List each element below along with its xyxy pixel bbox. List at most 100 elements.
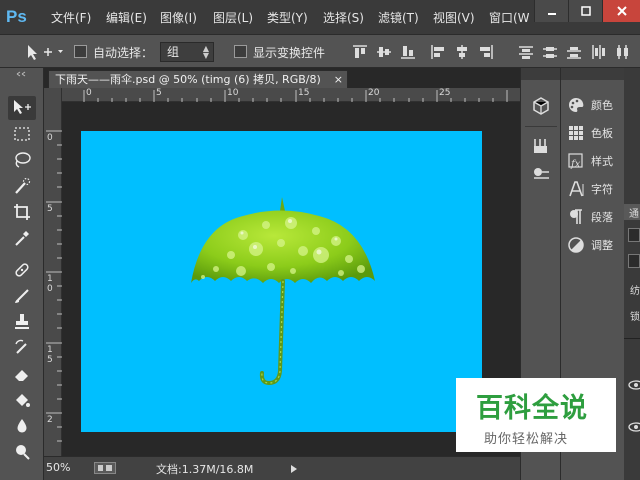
eraser-icon — [15, 370, 28, 381]
menu-edit[interactable]: 编辑(E) — [106, 10, 147, 26]
bandage-icon — [15, 263, 29, 277]
panel-paragraph[interactable]: 段落 — [567, 204, 625, 230]
dodge-icon — [16, 445, 30, 460]
image-canvas[interactable] — [81, 131, 482, 432]
show-transform-checkbox[interactable] — [234, 45, 247, 58]
auto-select-label: 自动选择： — [93, 46, 154, 60]
close-button[interactable] — [602, 0, 640, 22]
layers-panel-tab[interactable]: 通 — [624, 204, 640, 220]
panel-collapse-bar[interactable] — [521, 68, 560, 80]
history-brush-tool[interactable] — [8, 336, 36, 360]
close-tab-icon[interactable]: × — [334, 71, 343, 88]
document-tab[interactable]: 下雨天——雨伞.psd @ 50% (timg (6) 拷贝, RGB/8) × — [48, 70, 348, 88]
umbrella-image — [191, 197, 375, 386]
minimize-button[interactable] — [534, 0, 568, 22]
menu-view[interactable]: 视图(V) — [433, 10, 475, 26]
3d-icon[interactable] — [531, 96, 551, 116]
ruler-h-label: 10 — [227, 88, 239, 98]
panel-styles[interactable]: fx 样式 — [567, 148, 625, 174]
dropdown-arrows-icon: ▲ ▼ — [202, 44, 209, 60]
ruler-h-ticks — [83, 90, 508, 102]
menu-file[interactable]: 文件(F) — [51, 10, 91, 26]
menu-image[interactable]: 图像(I) — [160, 10, 197, 26]
quick-selection-icon — [15, 177, 31, 194]
auto-select-value: 组 — [167, 45, 180, 59]
zoom-level[interactable]: 50% — [46, 461, 70, 474]
eye-visibility-icon[interactable] — [628, 380, 640, 390]
dodge-tool[interactable] — [8, 440, 36, 464]
panel-collapse-bar[interactable] — [561, 68, 624, 80]
align-right-icon[interactable] — [478, 44, 494, 60]
color-palette-icon — [569, 97, 584, 112]
align-top-icon[interactable] — [352, 44, 368, 60]
menu-filter[interactable]: 滤镜(T) — [378, 10, 419, 26]
distribute-left-icon[interactable] — [590, 44, 606, 60]
clone-stamp-tool[interactable] — [8, 310, 36, 334]
eraser-tool[interactable] — [8, 362, 36, 386]
ruler-v-ticks — [46, 130, 62, 442]
healing-brush-tool[interactable] — [8, 258, 36, 282]
status-bar: 50% 文档:1.37M/16.8M — [44, 456, 520, 480]
document-size: 文档:1.37M/16.8M — [156, 463, 254, 476]
layer-filter-field[interactable] — [628, 228, 640, 242]
distribute-hcenter-icon[interactable] — [614, 44, 630, 60]
swatches-grid-icon — [569, 126, 583, 140]
character-type-icon — [569, 181, 584, 197]
move-tool-preset-icon[interactable] — [26, 43, 64, 61]
align-vcenter-icon[interactable] — [376, 44, 392, 60]
maximize-icon — [580, 6, 591, 16]
lasso-tool[interactable] — [8, 148, 36, 172]
panel-adjustments[interactable]: 调整 — [567, 232, 625, 258]
panel-label: 色板 — [591, 127, 613, 140]
panel-character[interactable]: 字符 — [567, 176, 625, 202]
ruler-h-label: 15 — [298, 88, 310, 98]
panel-separator — [624, 338, 640, 339]
ruler-h-label: 5 — [156, 88, 162, 98]
paint-bucket-tool[interactable] — [8, 388, 36, 412]
crop-tool[interactable] — [8, 200, 36, 224]
eyedropper-tool[interactable] — [8, 226, 36, 250]
crop-icon — [14, 204, 30, 220]
horizontal-ruler[interactable]: 0 5 10 15 20 25 — [62, 88, 520, 102]
brush-tool[interactable] — [8, 284, 36, 308]
options-bar: 自动选择： 组 ▲ ▼ 显示变换控件 — [0, 34, 640, 68]
watermark-subtitle: 助你轻松解决 — [484, 432, 569, 447]
maximize-button[interactable] — [568, 0, 602, 22]
vertical-ruler[interactable]: 0 5 1 0 1 5 2 — [44, 88, 62, 456]
panel-label: 样式 — [591, 155, 613, 168]
panel-color[interactable]: 颜色 — [567, 92, 625, 118]
collapse-arrows-icon[interactable] — [16, 71, 28, 77]
quick-selection-tool[interactable] — [8, 174, 36, 198]
auto-select-checkbox[interactable] — [74, 45, 87, 58]
marquee-tool[interactable] — [8, 122, 36, 146]
blur-tool[interactable] — [8, 414, 36, 438]
ruler-h-label: 20 — [368, 88, 380, 98]
menu-window[interactable]: 窗口(W — [489, 10, 530, 26]
distribute-bottom-icon[interactable] — [566, 44, 582, 60]
panel-label: 调整 — [591, 239, 613, 252]
distribute-top-icon[interactable] — [518, 44, 534, 60]
ruler-v-label: 2 — [47, 415, 53, 425]
brush-presets-icon[interactable] — [531, 136, 551, 156]
clone-source-icon[interactable] — [531, 164, 551, 184]
status-info-icon[interactable] — [94, 462, 116, 474]
panel-label: 字符 — [591, 183, 613, 196]
move-tool[interactable] — [8, 96, 36, 120]
eye-visibility-icon[interactable] — [628, 422, 640, 432]
panel-edge-label: 通 — [629, 209, 639, 220]
blend-mode-field[interactable] — [628, 254, 640, 268]
panel-swatches[interactable]: 色板 — [567, 120, 625, 146]
ruler-h-label: 0 — [86, 88, 92, 98]
menu-select[interactable]: 选择(S) — [323, 10, 364, 26]
align-hcenter-icon[interactable] — [454, 44, 470, 60]
auto-select-dropdown[interactable]: 组 ▲ ▼ — [160, 42, 214, 62]
distribute-vcenter-icon[interactable] — [542, 44, 558, 60]
align-bottom-icon[interactable] — [400, 44, 416, 60]
menu-type[interactable]: 类型(Y) — [267, 10, 308, 26]
ruler-v-label: 1 5 — [47, 345, 53, 365]
document-title: 下雨天——雨伞.psd @ 50% (timg (6) 拷贝, RGB/8) — [55, 73, 321, 86]
status-menu-arrow-icon[interactable] — [290, 464, 298, 474]
paint-bucket-icon — [16, 394, 30, 407]
align-left-icon[interactable] — [430, 44, 446, 60]
menu-layer[interactable]: 图层(L) — [213, 10, 253, 26]
